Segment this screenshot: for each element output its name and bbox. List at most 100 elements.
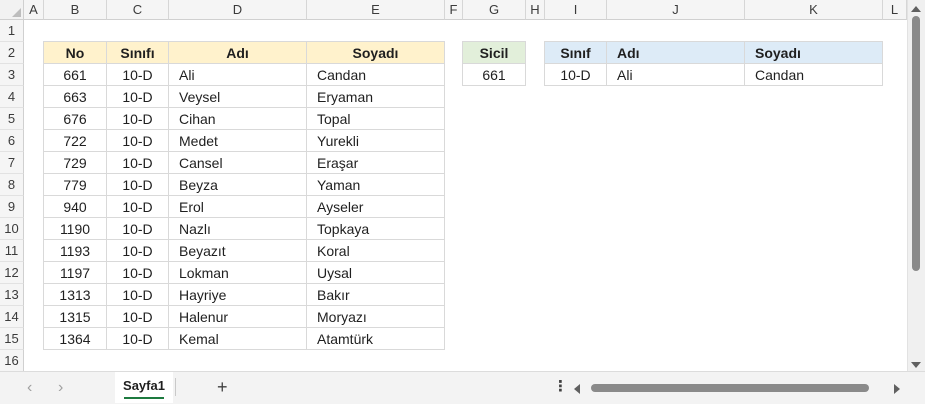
row-header-10[interactable]: 10 [0,218,24,240]
result-cell-soyadi[interactable]: Candan [745,64,883,86]
cell-adi[interactable]: Veysel [169,86,307,108]
cell-adi[interactable]: Hayriye [169,284,307,306]
row-header-1[interactable]: 1 [0,20,24,42]
vertical-scrollbar[interactable] [907,0,925,371]
cell-soyadi[interactable]: Ayseler [307,196,445,218]
horizontal-scrollbar[interactable] [586,382,888,394]
header-soyadi[interactable]: Soyadı [307,41,445,64]
cell-sinifi[interactable]: 10-D [107,262,169,284]
row-header-7[interactable]: 7 [0,152,24,174]
column-header-h[interactable]: H [526,0,545,20]
cell-sinifi[interactable]: 10-D [107,240,169,262]
cell-adi[interactable]: Erol [169,196,307,218]
row-header-5[interactable]: 5 [0,108,24,130]
horizontal-scroll-thumb[interactable] [591,384,869,392]
cell-sinifi[interactable]: 10-D [107,328,169,350]
cell-soyadi[interactable]: Yaman [307,174,445,196]
cell-sinifi[interactable]: 10-D [107,130,169,152]
cell-adi[interactable]: Halenur [169,306,307,328]
cell-adi[interactable]: Cansel [169,152,307,174]
cell-sinifi[interactable]: 10-D [107,306,169,328]
column-header-j[interactable]: J [607,0,745,20]
scroll-right-icon[interactable] [894,384,900,394]
result-header-sinif[interactable]: Sınıf [544,41,607,64]
scroll-left-icon[interactable] [574,384,580,394]
column-header-l[interactable]: L [883,0,907,20]
column-header-e[interactable]: E [307,0,445,20]
result-header-soyadi[interactable]: Soyadı [745,41,883,64]
cell-sinifi[interactable]: 10-D [107,196,169,218]
cell-soyadi[interactable]: Koral [307,240,445,262]
scroll-down-icon[interactable] [911,362,921,368]
cell-adi[interactable]: Kemal [169,328,307,350]
cell-soyadi[interactable]: Moryazı [307,306,445,328]
row-header-11[interactable]: 11 [0,240,24,262]
row-header-13[interactable]: 13 [0,284,24,306]
cell-no[interactable]: 1364 [43,328,107,350]
cell-adi[interactable]: Ali [169,64,307,86]
result-cell-sinif[interactable]: 10-D [544,64,607,86]
row-header-4[interactable]: 4 [0,86,24,108]
column-header-i[interactable]: I [545,0,607,20]
cell-soyadi[interactable]: Eraşar [307,152,445,174]
column-header-d[interactable]: D [169,0,307,20]
cell-adi[interactable]: Cihan [169,108,307,130]
cell-sinifi[interactable]: 10-D [107,218,169,240]
sicil-input[interactable]: 661 [462,64,526,86]
row-header-9[interactable]: 9 [0,196,24,218]
cell-sinifi[interactable]: 10-D [107,108,169,130]
row-header-16[interactable]: 16 [0,350,24,371]
cell-no[interactable]: 722 [43,130,107,152]
cell-soyadi[interactable]: Candan [307,64,445,86]
cell-soyadi[interactable]: Topkaya [307,218,445,240]
header-adi[interactable]: Adı [169,41,307,64]
more-options-icon[interactable]: ⋮ [553,379,568,395]
column-header-b[interactable]: B [44,0,107,20]
column-header-g[interactable]: G [463,0,526,20]
result-cell-adi[interactable]: Ali [607,64,745,86]
cell-no[interactable]: 1313 [43,284,107,306]
cell-no[interactable]: 1315 [43,306,107,328]
chevron-right-icon[interactable]: › [58,380,63,396]
row-header-6[interactable]: 6 [0,130,24,152]
cell-no[interactable]: 663 [43,86,107,108]
row-header-14[interactable]: 14 [0,306,24,328]
column-header-a[interactable]: A [24,0,44,20]
cell-sinifi[interactable]: 10-D [107,284,169,306]
cell-sinifi[interactable]: 10-D [107,86,169,108]
scroll-up-icon[interactable] [911,6,921,12]
cell-no[interactable]: 779 [43,174,107,196]
header-no[interactable]: No [43,41,107,64]
cell-sinifi[interactable]: 10-D [107,152,169,174]
cell-adi[interactable]: Beyza [169,174,307,196]
cell-soyadi[interactable]: Eryaman [307,86,445,108]
cell-adi[interactable]: Nazlı [169,218,307,240]
add-sheet-button[interactable]: + [217,377,228,397]
header-sinifi[interactable]: Sınıfı [107,41,169,64]
cell-no[interactable]: 729 [43,152,107,174]
column-header-c[interactable]: C [107,0,169,20]
cell-no[interactable]: 676 [43,108,107,130]
result-header-adi[interactable]: Adı [607,41,745,64]
cell-soyadi[interactable]: Yurekli [307,130,445,152]
chevron-left-icon[interactable]: ‹ [27,380,32,396]
row-header-12[interactable]: 12 [0,262,24,284]
cell-no[interactable]: 661 [43,64,107,86]
cell-sinifi[interactable]: 10-D [107,64,169,86]
cell-sinifi[interactable]: 10-D [107,174,169,196]
row-header-8[interactable]: 8 [0,174,24,196]
cell-adi[interactable]: Beyazıt [169,240,307,262]
cell-soyadi[interactable]: Atamtürk [307,328,445,350]
cell-soyadi[interactable]: Topal [307,108,445,130]
cell-no[interactable]: 1197 [43,262,107,284]
vertical-scroll-thumb[interactable] [912,16,920,271]
cell-no[interactable]: 940 [43,196,107,218]
column-header-f[interactable]: F [445,0,463,20]
cell-adi[interactable]: Medet [169,130,307,152]
column-header-k[interactable]: K [745,0,883,20]
cell-soyadi[interactable]: Uysal [307,262,445,284]
cell-no[interactable]: 1193 [43,240,107,262]
cell-soyadi[interactable]: Bakır [307,284,445,306]
row-header-3[interactable]: 3 [0,64,24,86]
row-header-2[interactable]: 2 [0,42,24,64]
